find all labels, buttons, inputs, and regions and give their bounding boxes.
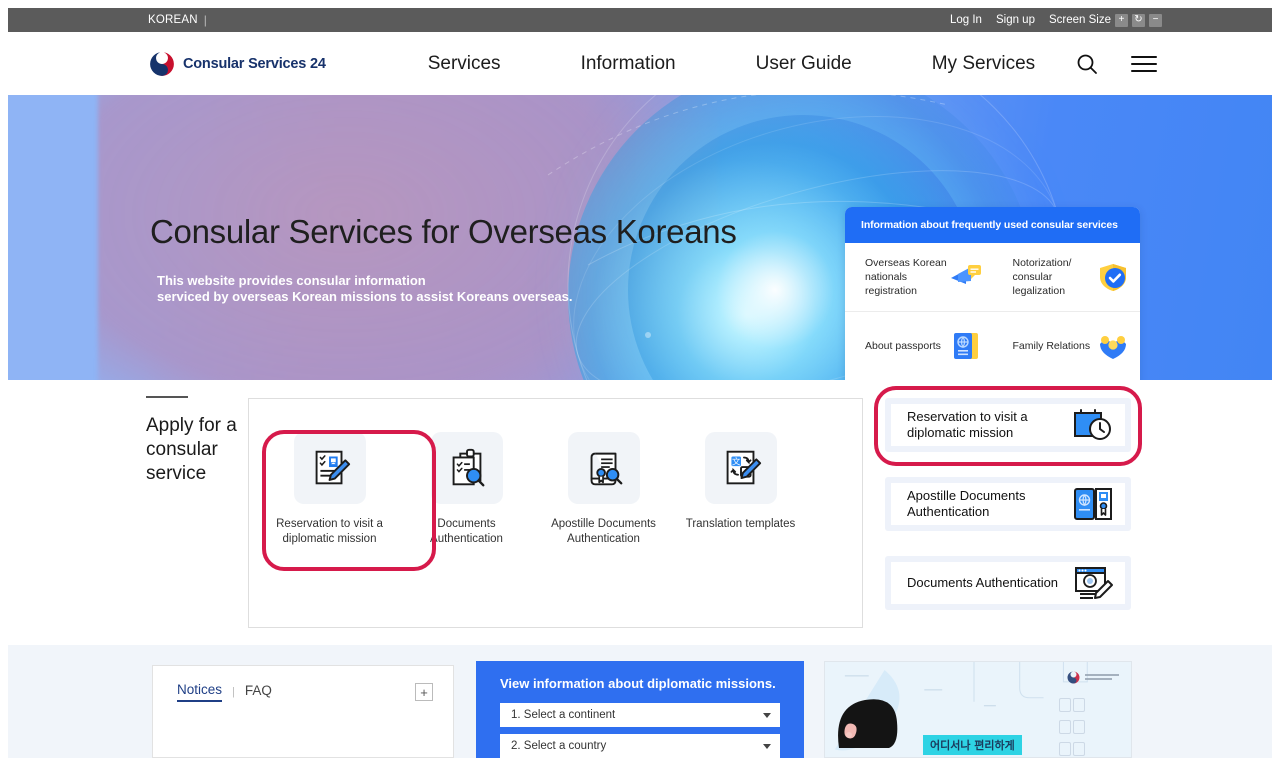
screen-size-control: Screen Size + ↻ −: [1048, 13, 1162, 27]
quick-card-apostille-documents-authentication[interactable]: Apostille Documents Authentication: [885, 477, 1131, 531]
screen-size-decrease-button[interactable]: −: [1149, 13, 1162, 27]
promo-illustration-person: [829, 688, 919, 757]
service-tile-label: Translation templates: [685, 518, 796, 530]
quick-card-label: Reservation to visit a diplomatic missio…: [907, 409, 1028, 440]
quick-card-documents-authentication[interactable]: Documents Authentication: [885, 556, 1131, 610]
passport-icon: [949, 331, 983, 361]
quick-card-label: Documents Authentication: [907, 575, 1059, 590]
quick-panel-grid: Overseas Korean nationals registration N…: [845, 243, 1140, 380]
hero-subtitle-line-2: serviced by overseas Korean missions to …: [157, 289, 573, 304]
notices-expand-button[interactable]: +: [415, 683, 433, 701]
service-tile-label: Documents Authentication: [430, 518, 503, 545]
chevron-down-icon: [763, 712, 771, 718]
top-utility-actions: Log In Sign up Screen Size + ↻ −: [950, 13, 1162, 27]
site-logo-text: Consular Services 24: [183, 55, 326, 72]
nav-item-information[interactable]: Information: [541, 53, 716, 75]
hero-subtitle: This website provides consular informati…: [157, 273, 573, 305]
translate-pencil-icon: 文 A: [704, 432, 777, 504]
main-navigation: Services Information User Guide My Servi…: [388, 53, 1075, 75]
tab-notices[interactable]: Notices: [177, 682, 223, 702]
apply-service-tile-row: Reservation to visit a diplomatic missio…: [249, 399, 862, 547]
hero-banner: Consular Services for Overseas Koreans T…: [8, 95, 1272, 380]
screen-size-label: Screen Size: [1048, 14, 1111, 26]
apply-section-heading: Apply for a consular service: [146, 396, 241, 486]
shield-check-icon: [1096, 262, 1130, 292]
hero-subtitle-line-1: This website provides consular informati…: [157, 273, 426, 288]
document-pencil-icon: [293, 432, 366, 504]
signup-link[interactable]: Sign up: [996, 14, 1035, 26]
promo-grid-dots-decoration: [1059, 698, 1087, 757]
continent-select[interactable]: 1. Select a continent: [500, 703, 780, 727]
quick-panel-title: Information about frequently used consul…: [845, 207, 1140, 243]
continent-select-value: 1. Select a continent: [511, 709, 616, 721]
nav-item-user-guide[interactable]: User Guide: [716, 53, 892, 75]
mission-finder-title: View information about diplomatic missio…: [500, 676, 776, 691]
taegeuk-logo-icon: [148, 50, 176, 78]
notices-faq-card: Notices | FAQ +: [152, 665, 454, 758]
scroll-seal-magnifier-icon: [567, 432, 640, 504]
promo-tag-text: 어디서나 편리하게: [923, 735, 1022, 755]
top-utility-bar: KOREAN | Log In Sign up Screen Size + ↻ …: [8, 8, 1272, 32]
apply-service-tiles: Reservation to visit a diplomatic missio…: [248, 398, 863, 628]
service-tile-apostille-documents-authentication[interactable]: Apostille Documents Authentication: [545, 432, 662, 547]
quick-card-label: Apostille Documents Authentication: [907, 488, 1026, 519]
quick-card-reservation-to-visit-a-diplomatic-mission[interactable]: Reservation to visit a diplomatic missio…: [885, 398, 1131, 452]
quick-panel-item-label: Notorization/ consular legalization: [1012, 257, 1072, 297]
family-heart-icon: [1096, 331, 1130, 361]
ministry-of-foreign-affairs-logo-icon: [1066, 670, 1119, 685]
korean-language-link[interactable]: KOREAN: [148, 14, 198, 26]
quick-panel-item-about-passports[interactable]: About passports: [845, 312, 993, 380]
language-divider: |: [203, 13, 208, 27]
country-select-value: 2. Select a country: [511, 740, 607, 752]
service-tile-reservation-to-visit-a-diplomatic-mission[interactable]: Reservation to visit a diplomatic missio…: [271, 432, 388, 547]
screen-size-increase-button[interactable]: +: [1115, 13, 1128, 27]
country-select[interactable]: 2. Select a country: [500, 734, 780, 758]
tab-separator: |: [232, 686, 235, 698]
service-tile-label: Reservation to visit a diplomatic missio…: [276, 518, 383, 545]
frequently-used-services-panel: Information about frequently used consul…: [845, 207, 1140, 380]
site-header: Consular Services 24 Services Informatio…: [8, 32, 1272, 95]
hamburger-menu-icon[interactable]: [1131, 54, 1158, 74]
login-link[interactable]: Log In: [950, 14, 982, 26]
quick-panel-item-label: About passports: [865, 340, 941, 352]
clipboard-magnifier-icon: [430, 432, 503, 504]
quick-panel-item-notarization-consular-legalization[interactable]: Notorization/ consular legalization: [992, 243, 1140, 312]
notices-faq-tabs: Notices | FAQ +: [153, 666, 453, 702]
chevron-down-icon: [763, 743, 771, 749]
calendar-clock-icon: [1071, 406, 1115, 444]
search-icon[interactable]: [1075, 52, 1099, 76]
quick-panel-item-label: Family Relations: [1012, 340, 1091, 352]
service-tile-label: Apostille Documents Authentication: [551, 518, 656, 545]
quick-panel-item-label: Overseas Korean nationals registration: [865, 257, 947, 297]
promo-banner[interactable]: 어디서나 편리하게: [824, 661, 1132, 758]
service-tile-translation-templates[interactable]: 文 A Translation templates: [682, 432, 799, 547]
language-switcher: KOREAN |: [148, 13, 207, 27]
nav-item-my-services[interactable]: My Services: [892, 53, 1075, 75]
screen-size-reset-button[interactable]: ↻: [1132, 13, 1145, 27]
service-tile-documents-authentication[interactable]: Documents Authentication: [408, 432, 525, 547]
hero-title: Consular Services for Overseas Koreans: [150, 213, 737, 250]
site-logo[interactable]: Consular Services 24: [148, 50, 326, 78]
nav-item-services[interactable]: Services: [388, 53, 541, 75]
header-tools: [1075, 52, 1158, 76]
diplomatic-mission-finder-card: View information about diplomatic missio…: [476, 661, 804, 758]
passport-card-icon: [1071, 485, 1115, 523]
quick-panel-item-family-relations[interactable]: Family Relations: [993, 312, 1141, 380]
svg-text:文: 文: [731, 456, 740, 468]
quick-panel-item-overseas-korean-nationals-registration[interactable]: Overseas Korean nationals registration: [845, 243, 993, 312]
tab-faq[interactable]: FAQ: [245, 683, 272, 701]
browser-seal-pencil-icon: [1071, 564, 1115, 602]
megaphone-icon: [949, 262, 983, 292]
